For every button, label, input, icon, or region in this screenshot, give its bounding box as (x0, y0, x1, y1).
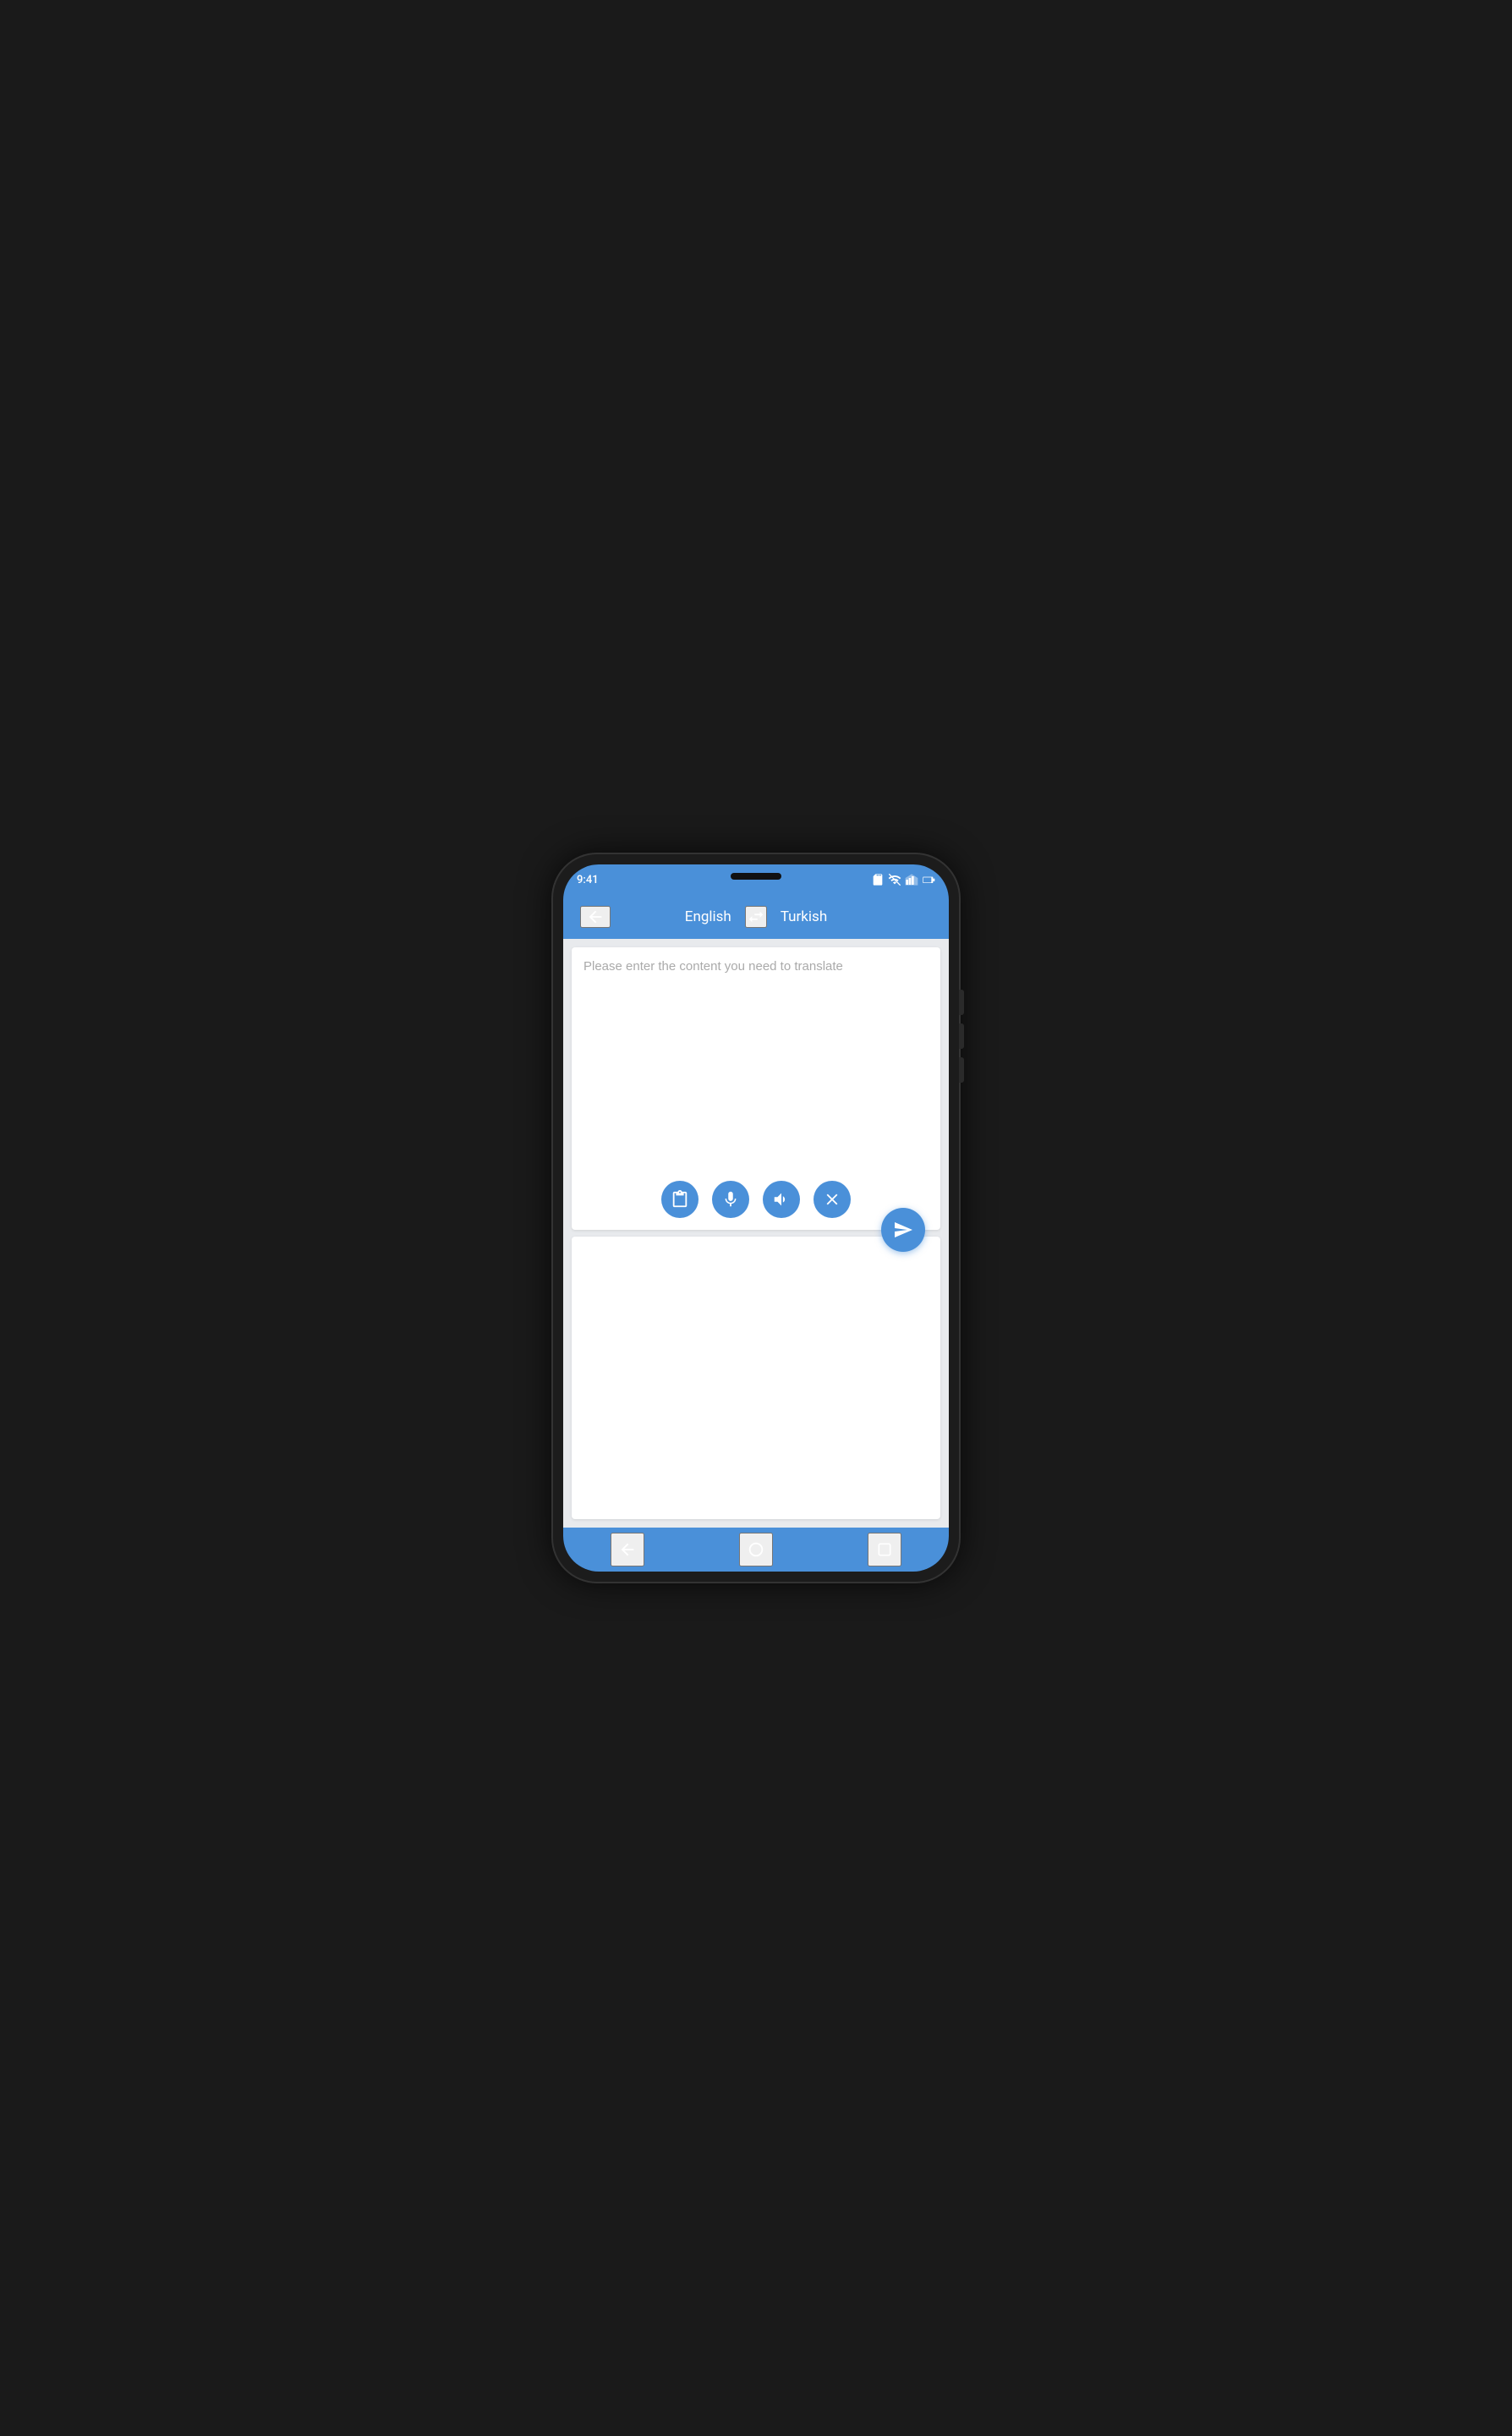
target-language-label[interactable]: Turkish (781, 908, 827, 925)
back-button[interactable] (580, 906, 611, 928)
nav-recents-icon (876, 1541, 893, 1558)
translation-input[interactable] (572, 947, 940, 1172)
source-language-label[interactable]: English (685, 908, 731, 925)
signal-icon (905, 873, 918, 886)
sd-icon (871, 873, 885, 886)
back-arrow-icon (586, 908, 605, 926)
nav-recents-button[interactable] (868, 1533, 901, 1566)
swap-languages-button[interactable] (745, 906, 767, 928)
status-bar: 9:41 (563, 864, 949, 895)
navigation-bar (563, 1528, 949, 1572)
nav-back-button[interactable] (611, 1533, 644, 1566)
language-selector-area: English Turkish (611, 906, 901, 928)
status-icons (871, 873, 935, 886)
clear-button[interactable] (814, 1181, 851, 1218)
nav-home-button[interactable] (739, 1533, 773, 1566)
earpiece (731, 873, 781, 880)
clear-icon (823, 1190, 841, 1209)
app-header: English Turkish (563, 895, 949, 939)
content-area (563, 939, 949, 1528)
clipboard-icon (671, 1190, 689, 1209)
output-panel (572, 1237, 940, 1519)
phone-device: 9:41 (553, 854, 959, 1582)
microphone-icon (721, 1190, 740, 1209)
battery-icon (922, 873, 935, 886)
nav-back-icon (618, 1540, 637, 1559)
nav-home-icon (747, 1540, 765, 1559)
volume-button[interactable] (763, 1181, 800, 1218)
clipboard-button[interactable] (661, 1181, 698, 1218)
send-icon (893, 1220, 913, 1240)
send-translate-button[interactable] (881, 1208, 925, 1252)
swap-icon (747, 908, 765, 926)
status-time: 9:41 (577, 874, 599, 886)
wifi-icon (888, 873, 901, 886)
input-panel (572, 947, 940, 1230)
phone-screen: 9:41 (563, 864, 949, 1572)
microphone-button[interactable] (712, 1181, 749, 1218)
volume-icon (772, 1190, 791, 1209)
